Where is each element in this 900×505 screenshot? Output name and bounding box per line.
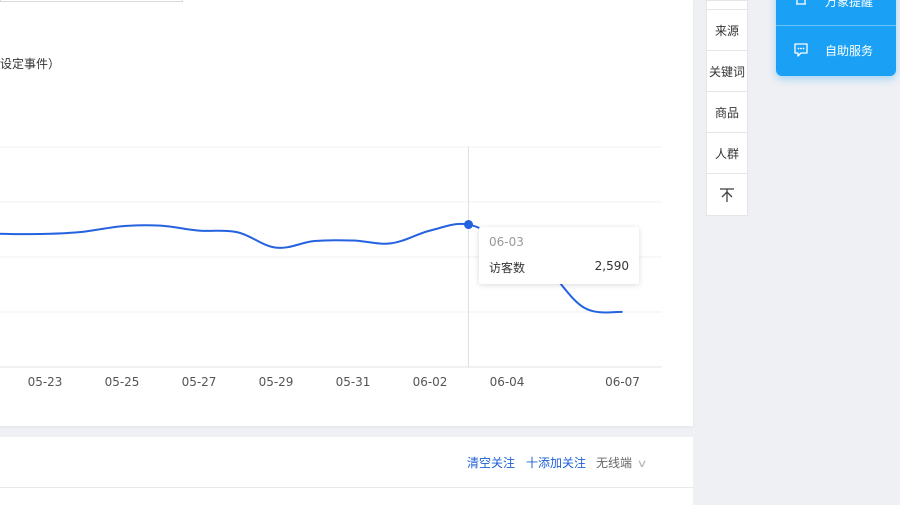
clear-attention-link[interactable]: 清空关注 (467, 454, 515, 471)
attention-card: 清空关注 十添加关注 无线端 ∨ (0, 437, 693, 505)
side-nav-keyword[interactable]: 关键词 (707, 51, 747, 92)
tooltip-series-value: 2,590 (594, 259, 629, 273)
reminder-label: 万象提醒 (825, 0, 874, 9)
x-tick-label: 05-31 (336, 375, 371, 389)
service-float-panel: 万象提醒 自助服务 (776, 0, 896, 76)
visitor-trend-chart: 05-23 05-25 05-27 05-29 05-31 06-02 06-04 06-07 (0, 146, 662, 389)
back-to-top-button[interactable] (707, 174, 747, 215)
x-axis-ticks: 05-23 05-25 05-27 05-29 05-31 06-02 06-04 06-07 (28, 375, 640, 389)
side-nav-source[interactable]: 来源 (707, 10, 747, 51)
tooltip-date: 06-03 (489, 235, 524, 249)
tooltip-series-label: 访客数 (489, 261, 526, 275)
chevron-down-icon: ∨ (636, 457, 648, 470)
x-tick-label: 05-29 (259, 375, 294, 389)
device-select[interactable]: 无线端 ∨ (596, 454, 648, 471)
x-tick-label: 06-04 (490, 375, 525, 389)
chat-icon (793, 42, 809, 58)
add-attention-link[interactable]: 十添加关注 (526, 454, 586, 471)
chart-tooltip: 06-03 访客数 2,590 (479, 227, 639, 284)
x-tick-label: 06-07 (605, 375, 640, 389)
x-tick-label: 06-02 (413, 375, 448, 389)
float-panel-divider (776, 25, 896, 26)
x-tick-label: 05-27 (182, 375, 217, 389)
side-nav-crowd[interactable]: 人群 (707, 133, 747, 174)
data-point-highlight[interactable] (464, 220, 473, 230)
x-tick-label: 05-23 (28, 375, 63, 389)
bell-icon (793, 0, 809, 9)
self-service-button[interactable]: 自助服务 (776, 35, 896, 65)
x-tick-label: 05-25 (105, 375, 140, 389)
side-nav-product[interactable]: 商品 (707, 92, 747, 133)
card-divider (0, 487, 693, 488)
device-select-label: 无线端 (596, 456, 633, 470)
back-to-top-icon (720, 187, 734, 202)
side-nav: 来源 关键词 商品 人群 (706, 0, 748, 216)
reminder-button[interactable]: 万象提醒 (776, 0, 896, 16)
self-service-label: 自助服务 (825, 43, 874, 58)
trend-card: 设定事件） 05-23 05-25 05-27 05-29 05-31 06-02 06-0… (0, 0, 693, 426)
side-nav-top (707, 1, 747, 10)
